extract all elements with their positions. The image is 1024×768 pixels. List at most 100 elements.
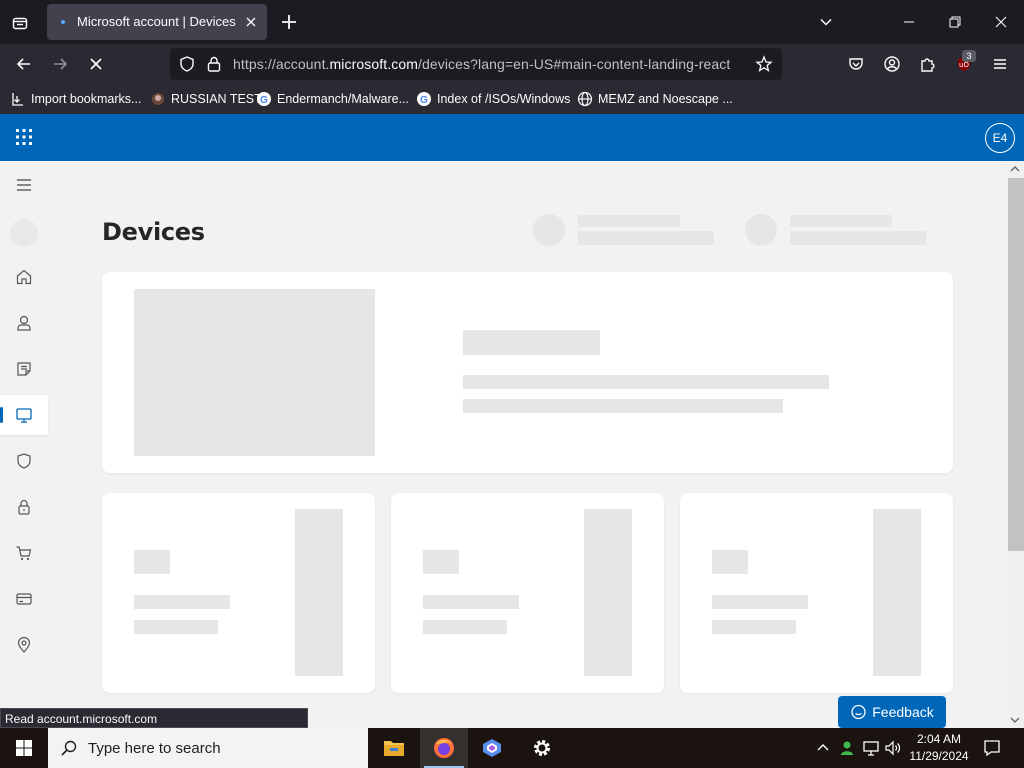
bookmark-memz[interactable]: MEMZ and Noescape ... bbox=[577, 90, 733, 108]
skeleton-icon bbox=[134, 550, 170, 574]
shield-icon bbox=[17, 453, 31, 469]
user-status-icon[interactable] bbox=[838, 739, 856, 757]
account-button[interactable] bbox=[880, 52, 904, 76]
web-page: E4 Devices bbox=[0, 114, 1024, 728]
browser-tab[interactable]: Microsoft account | Devices bbox=[47, 4, 267, 40]
app-menu-button[interactable] bbox=[988, 52, 1012, 76]
taskbar-copilot[interactable] bbox=[468, 728, 516, 768]
url-text[interactable]: https://account.microsoft.com/devices?la… bbox=[233, 56, 730, 72]
monitor-icon bbox=[16, 408, 32, 423]
stop-loading-button[interactable] bbox=[84, 52, 108, 76]
sidebar-item-security[interactable] bbox=[0, 441, 48, 481]
account-icon bbox=[884, 56, 900, 72]
sidebar-item-home[interactable] bbox=[0, 257, 48, 297]
minimize-icon bbox=[904, 21, 914, 23]
chevron-up-icon[interactable] bbox=[814, 739, 832, 757]
extension-count-badge: 3 bbox=[962, 50, 976, 62]
firefox-icon bbox=[434, 738, 454, 758]
bookmark-star-icon[interactable] bbox=[755, 55, 773, 73]
taskbar-file-explorer[interactable] bbox=[370, 728, 418, 768]
collapse-menu-button[interactable] bbox=[0, 165, 48, 205]
svg-text:uO: uO bbox=[959, 61, 969, 69]
sidebar-item-family[interactable] bbox=[0, 487, 48, 527]
new-tab-icon[interactable] bbox=[278, 11, 300, 33]
bookmark-russian-test[interactable]: RUSSIAN TEST bbox=[150, 90, 262, 108]
sidebar-item-privacy[interactable] bbox=[0, 349, 48, 389]
sidebar-item-payment[interactable] bbox=[0, 579, 48, 619]
taskbar-clock[interactable]: 2:04 AM 11/29/2024 bbox=[904, 731, 974, 765]
address-bar[interactable]: https://account.microsoft.com/devices?la… bbox=[170, 48, 782, 80]
device-card-skeleton bbox=[102, 493, 375, 693]
scrollbar-thumb[interactable] bbox=[1008, 178, 1024, 551]
volume-icon[interactable] bbox=[884, 739, 902, 757]
device-card-skeleton bbox=[680, 493, 953, 693]
close-icon bbox=[995, 16, 1007, 28]
lock-icon bbox=[18, 499, 30, 515]
forward-button[interactable] bbox=[48, 52, 72, 76]
close-window-button[interactable] bbox=[989, 10, 1013, 34]
lock-icon[interactable] bbox=[206, 55, 222, 73]
tab-bar: Microsoft account | Devices bbox=[0, 0, 1024, 44]
taskbar-search-box[interactable]: Type here to search bbox=[48, 728, 368, 768]
svg-text:G: G bbox=[420, 95, 428, 106]
skeleton-avatar bbox=[533, 214, 565, 246]
avatar[interactable]: E4 bbox=[985, 123, 1015, 153]
scroll-down-icon[interactable] bbox=[1010, 716, 1020, 724]
taskbar-settings[interactable] bbox=[518, 728, 566, 768]
globe-icon bbox=[577, 91, 593, 107]
skeleton-line bbox=[134, 620, 218, 634]
notifications-icon[interactable] bbox=[982, 738, 1002, 758]
sidebar-item-your-info[interactable] bbox=[0, 303, 48, 343]
network-icon[interactable] bbox=[862, 739, 880, 757]
sidebar-item-devices[interactable] bbox=[0, 395, 48, 435]
skeleton-line bbox=[134, 595, 230, 609]
clock-time: 2:04 AM bbox=[916, 732, 962, 746]
bookmark-endermanch[interactable]: G Endermanch/Malware... bbox=[256, 90, 409, 108]
skeleton-line bbox=[712, 595, 808, 609]
start-button[interactable] bbox=[0, 728, 48, 768]
minimize-button[interactable] bbox=[897, 10, 921, 34]
windows-taskbar: Type here to search 2:04 AM 11/29/2024 bbox=[0, 728, 1024, 768]
app-launcher-icon[interactable] bbox=[14, 127, 34, 147]
page-title: Devices bbox=[102, 218, 205, 246]
extensions-button[interactable] bbox=[916, 52, 940, 76]
taskbar-firefox[interactable] bbox=[420, 728, 468, 768]
chat-bubble-icon bbox=[851, 704, 866, 719]
back-button[interactable] bbox=[12, 52, 36, 76]
document-icon bbox=[17, 362, 31, 376]
cart-icon bbox=[16, 546, 32, 561]
tracking-shield-icon[interactable] bbox=[178, 55, 196, 73]
side-navigation bbox=[0, 161, 48, 728]
bookmark-import[interactable]: Import bookmarks... bbox=[10, 90, 141, 108]
skeleton-avatar bbox=[745, 214, 777, 246]
ms-account-header: E4 bbox=[0, 114, 1024, 161]
list-all-tabs-button[interactable] bbox=[6, 9, 34, 37]
sidebar-item-orders[interactable] bbox=[0, 533, 48, 573]
tab-overflow-button[interactable] bbox=[814, 10, 838, 34]
skeleton-heading bbox=[463, 330, 600, 355]
google-icon: G bbox=[416, 91, 432, 107]
pocket-button[interactable] bbox=[844, 52, 868, 76]
bookmark-index-isos[interactable]: G Index of /ISOs/Windows bbox=[416, 90, 570, 108]
person-icon bbox=[17, 315, 31, 331]
stop-icon bbox=[90, 58, 102, 70]
restore-button[interactable] bbox=[943, 10, 967, 34]
feedback-button[interactable]: Feedback bbox=[838, 696, 946, 728]
bookmarks-toolbar: Import bookmarks... RUSSIAN TEST G Ender… bbox=[0, 84, 1024, 114]
search-placeholder: Type here to search bbox=[88, 739, 221, 757]
skeleton-line bbox=[578, 215, 680, 227]
device-card-skeleton bbox=[391, 493, 664, 693]
link-status-tooltip: Read account.microsoft.com bbox=[0, 708, 308, 728]
chevron-down-icon bbox=[820, 18, 832, 26]
skeleton-line bbox=[423, 620, 507, 634]
location-icon bbox=[17, 636, 31, 653]
skeleton-image bbox=[873, 509, 921, 676]
skeleton-line bbox=[790, 215, 892, 227]
skeleton-image bbox=[584, 509, 632, 676]
skeleton-line bbox=[578, 231, 714, 245]
close-tab-icon[interactable] bbox=[243, 14, 259, 30]
sidebar-item-location[interactable] bbox=[0, 625, 48, 665]
scroll-up-icon[interactable] bbox=[1010, 165, 1020, 173]
pocket-icon bbox=[849, 58, 863, 70]
hamburger-menu-icon bbox=[17, 179, 31, 191]
